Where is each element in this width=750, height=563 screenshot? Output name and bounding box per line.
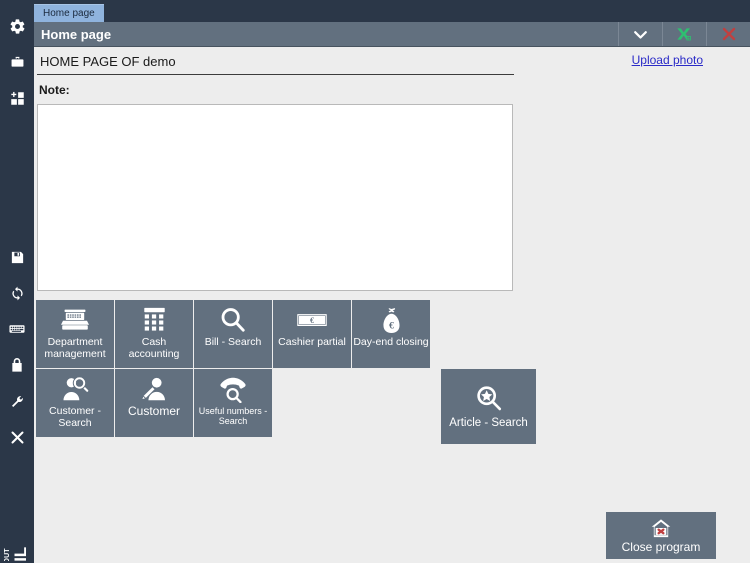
note-input[interactable] [37,104,513,291]
sidebar-item-keyboard[interactable] [0,311,34,347]
svg-text:€: € [389,320,394,331]
sidebar-item-company[interactable] [0,44,34,80]
left-sidebar: PASSEPARTOUT RETAIL [0,0,34,563]
sidebar-item-tools[interactable] [0,383,34,419]
tile-label: Cash accounting [128,336,180,360]
window-header-bar: Home page [34,22,750,47]
close-window-icon [721,26,737,42]
tile-cashier-partial[interactable]: € Cashier partial [273,300,351,368]
lock-icon [10,357,24,373]
wrench-icon [10,394,25,409]
sidebar-item-settings[interactable] [0,8,34,44]
tile-bill-search[interactable]: Bill - Search [194,300,272,368]
brand-logo: PASSEPARTOUT RETAIL [0,477,34,561]
tile-customer[interactable]: Customer [115,369,193,437]
tile-label: Customer [127,404,180,418]
money-bag-euro-icon: € [379,305,404,335]
tile-label: Cashier partial [278,336,346,348]
title-divider [37,74,514,75]
tile-row: Customer - Search Customer Useful number… [36,369,746,437]
sidebar-item-add-module[interactable] [0,80,34,116]
save-icon [10,250,25,265]
close-program-label: Close program [621,539,701,554]
tile-label: Day-end closing [353,336,429,348]
magnifier-star-icon [474,383,504,415]
window-title: Home page [41,26,112,42]
chevron-down-icon [633,29,648,40]
grid-plus-icon [10,91,25,106]
tile-cash-accounting[interactable]: Cash accounting [115,300,193,368]
refresh-icon [10,286,25,301]
brand-title: RETAIL [11,547,30,561]
export-excel-button[interactable] [662,22,706,46]
cash-register-icon [59,305,91,335]
close-program-button[interactable]: Close program [606,512,716,559]
home-close-icon [650,518,672,539]
tile-label: Customer - Search [49,405,101,429]
tile-label: Department management [44,336,106,360]
tile-label: Useful numbers - Search [198,406,268,426]
sidebar-item-refresh[interactable] [0,275,34,311]
magnifier-icon [219,305,247,335]
content-panel: HOME PAGE OF demo Upload photo Note: Dep… [35,48,750,563]
sidebar-item-exit[interactable] [0,419,34,455]
tab-strip: Home page [34,0,750,22]
keyboard-icon [9,323,25,335]
tab-label: Home page [43,8,95,19]
tile-label: Article - Search [449,417,528,429]
person-pencil-icon [139,374,169,404]
close-x-icon [10,430,25,445]
close-window-button[interactable] [706,22,750,46]
person-magnifier-icon [60,374,90,404]
sidebar-item-lock[interactable] [0,347,34,383]
tile-label: Bill - Search [204,336,262,348]
tile-department-management[interactable]: Department management [36,300,114,368]
note-label: Note: [39,83,70,97]
banknote-euro-icon: € [296,305,328,335]
phone-magnifier-icon [218,374,248,404]
gear-icon [9,18,26,35]
excel-export-icon [676,26,693,42]
shortcut-tile-grid: Department management Cash accounting Bi… [36,300,746,438]
page-title: HOME PAGE OF demo [40,54,176,69]
briefcase-icon [10,55,25,70]
tile-day-end-closing[interactable]: € Day-end closing [352,300,430,368]
sidebar-item-save[interactable] [0,239,34,275]
upload-photo-link[interactable]: Upload photo [632,53,703,67]
svg-text:€: € [310,316,314,325]
tab-home-page[interactable]: Home page [34,4,104,22]
tile-customer-search[interactable]: Customer - Search [36,369,114,437]
application-window: PASSEPARTOUT RETAIL Home page Home page [0,0,750,563]
calculator-icon [142,305,167,335]
tile-useful-numbers-search[interactable]: Useful numbers - Search [194,369,272,437]
tile-row: Department management Cash accounting Bi… [36,300,746,368]
expand-button[interactable] [618,22,662,46]
tile-article-search[interactable]: Article - Search [441,369,536,444]
